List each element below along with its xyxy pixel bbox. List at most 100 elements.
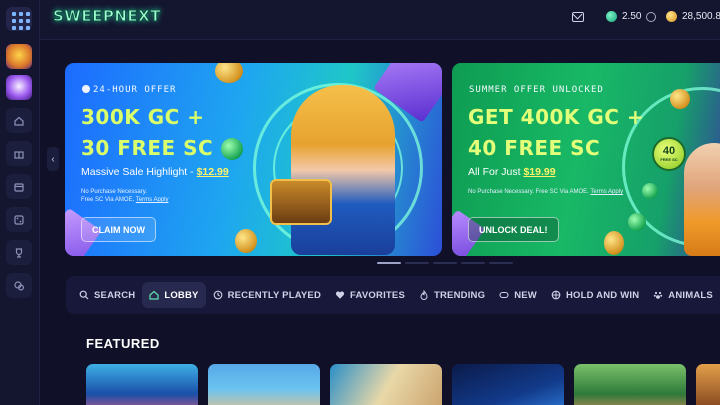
heart-icon	[335, 291, 345, 299]
chat-icon	[14, 280, 25, 291]
search-icon	[79, 290, 89, 300]
sidebar-item-gift[interactable]	[6, 141, 32, 166]
carousel-dot[interactable]	[461, 262, 485, 264]
carousel-dot[interactable]	[489, 262, 513, 264]
trending-icon	[420, 290, 428, 300]
fine-print-line-1: No Purchase Necessary.	[81, 189, 147, 195]
new-icon	[499, 291, 509, 299]
sidebar-game-thumb-1[interactable]	[6, 44, 32, 69]
badge-number: 40	[662, 145, 676, 157]
banner-fine-print: No Purchase Necessary. Free SC Via AMOE.…	[468, 188, 668, 196]
tab-new[interactable]: NEW	[492, 282, 544, 308]
green-coin-decoration	[221, 138, 243, 160]
sidebar-game-thumb-2[interactable]	[6, 75, 32, 100]
banner-subline-text: Massive Sale Highlight -	[81, 166, 194, 178]
game-card[interactable]	[696, 364, 720, 405]
sc-balance[interactable]: 2.50	[606, 11, 657, 22]
banner-eyebrow-text: 24-HOUR OFFER	[93, 85, 177, 95]
terms-link[interactable]: Terms Apply	[590, 189, 623, 195]
wallet-icon	[14, 182, 24, 192]
tab-label: ANIMALS	[668, 289, 713, 301]
app-root: SWEEPNEXT 2.50 28,500.8 ‹ 24-HOUR OFFER …	[0, 0, 720, 405]
tab-label: SEARCH	[94, 289, 136, 301]
banner-subline-text: All For Just	[468, 166, 521, 178]
game-card[interactable]	[330, 364, 442, 405]
home-icon	[14, 116, 24, 126]
dice-icon	[14, 214, 24, 225]
banner-headline-1: GET 400K GC +	[468, 105, 645, 129]
sidebar-item-chat[interactable]	[6, 273, 32, 298]
gc-balance-value: 28,500.8	[682, 11, 720, 22]
carousel-dot-active[interactable]	[377, 262, 401, 264]
banner-headline-2: 30 FREE SC	[81, 136, 214, 160]
gc-balance[interactable]: 28,500.8	[666, 11, 720, 22]
treasure-chest-illustration	[270, 179, 332, 225]
tab-recently-played[interactable]: RECENTLY PLAYED	[206, 282, 328, 308]
banner-price: $12.99	[196, 166, 229, 178]
fine-print-line-2: Free SC Via AMOE.	[81, 197, 135, 203]
hold-win-icon	[551, 290, 561, 300]
banner-subline: Massive Sale Highlight - $12.99	[81, 166, 229, 178]
tab-label: RECENTLY PLAYED	[227, 289, 322, 301]
game-card[interactable]	[208, 364, 320, 405]
brand-logo[interactable]: SWEEPNEXT	[53, 7, 161, 26]
badge-text: FREE SC	[660, 157, 678, 162]
unlock-deal-button[interactable]: UNLOCK DEAL!	[468, 217, 559, 242]
paw-icon	[654, 291, 663, 299]
free-sc-badge: 40 FREE SC	[652, 137, 686, 171]
green-coin-decoration	[628, 213, 646, 231]
promo-banner-2[interactable]: 40 FREE SC SUMMER OFFER UNLOCKED GET 400…	[452, 63, 720, 256]
gc-coin-icon	[666, 11, 677, 22]
gift-icon	[14, 150, 24, 159]
gold-coin-decoration	[215, 63, 243, 83]
game-card[interactable]	[86, 364, 198, 405]
sidebar	[0, 0, 40, 405]
sidebar-item-home[interactable]	[6, 108, 32, 133]
sidebar-item-wallet[interactable]	[6, 174, 32, 199]
tab-hold-and-win[interactable]: HOLD AND WIN	[544, 282, 646, 308]
game-card[interactable]	[574, 364, 686, 405]
tab-trending[interactable]: TRENDING	[412, 282, 492, 308]
tab-search[interactable]: SEARCH	[72, 282, 142, 308]
beach-character-illustration	[684, 143, 720, 256]
tab-favorites[interactable]: FAVORITES	[328, 282, 412, 308]
banner-fine-print: No Purchase Necessary. Free SC Via AMOE.…	[81, 188, 221, 204]
banner-price: $19.99	[523, 166, 556, 178]
carousel-prev-button[interactable]: ‹	[47, 147, 59, 171]
home-icon	[149, 290, 159, 300]
banner-headline-1: 300K GC +	[81, 105, 205, 129]
hero-character-illustration	[291, 85, 395, 255]
carousel-dot[interactable]	[405, 262, 429, 264]
tab-label: NEW	[514, 289, 537, 301]
category-tabs: SEARCH LOBBY RECENTLY PLAYED FAVORITES T…	[66, 276, 720, 314]
top-header: SWEEPNEXT 2.50 28,500.8	[40, 0, 720, 40]
tab-label: HOLD AND WIN	[565, 289, 640, 301]
swap-icon[interactable]	[646, 11, 657, 22]
claim-now-button[interactable]: CLAIM NOW	[81, 217, 156, 242]
mail-icon[interactable]	[572, 12, 584, 22]
sidebar-item-dice[interactable]	[6, 207, 32, 232]
tab-label: LOBBY	[164, 289, 199, 301]
gold-coin-decoration-2	[604, 231, 624, 255]
menu-grid-icon[interactable]	[6, 7, 32, 31]
banner-headline-2: 40 FREE SC	[468, 136, 601, 160]
promo-banner-1[interactable]: 24-HOUR OFFER 300K GC + 30 FREE SC Massi…	[65, 63, 442, 256]
game-card[interactable]	[452, 364, 564, 405]
trophy-icon	[15, 247, 23, 258]
banner-eyebrow: SUMMER OFFER UNLOCKED	[469, 85, 604, 95]
sc-balance-value: 2.50	[622, 11, 642, 22]
gold-coin-decoration-2	[235, 229, 257, 253]
terms-link[interactable]: Terms Apply	[136, 197, 169, 203]
clock-icon	[82, 85, 90, 93]
gold-coin-decoration	[670, 89, 690, 109]
tab-label: TRENDING	[433, 289, 486, 301]
sidebar-item-trophy[interactable]	[6, 240, 32, 265]
fine-print-line-1: No Purchase Necessary. Free SC Via AMOE.	[468, 189, 589, 195]
banner-subline: All For Just $19.99	[468, 166, 556, 178]
carousel-dot[interactable]	[433, 262, 457, 264]
tab-lobby[interactable]: LOBBY	[142, 282, 206, 308]
history-icon	[213, 290, 222, 300]
tab-label: FAVORITES	[350, 289, 405, 301]
sc-coin-icon	[606, 11, 617, 22]
tab-animals[interactable]: ANIMALS	[646, 282, 720, 308]
